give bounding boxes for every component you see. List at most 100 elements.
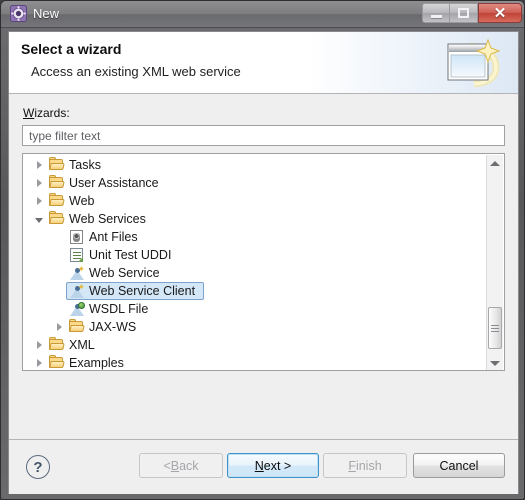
tree-item-content: JAX-WS xyxy=(67,319,144,335)
tree-item-content: Web xyxy=(47,193,102,209)
ant-file-icon xyxy=(68,229,85,245)
maximize-button[interactable] xyxy=(450,3,478,23)
tree-item-label: Examples xyxy=(69,356,124,370)
back-button-accel: B xyxy=(170,458,180,473)
tree-item-label: WSDL File xyxy=(89,302,149,316)
window-title: New xyxy=(33,6,60,21)
folder-icon xyxy=(48,211,65,227)
wizards-tree[interactable]: Tasks User Assistance Web Web Services Ant F… xyxy=(23,156,487,370)
folder-icon xyxy=(48,193,65,209)
tree-item-wsdl-file[interactable]: WSDL File xyxy=(23,300,487,318)
finish-button[interactable]: Finish xyxy=(323,453,407,478)
tree-vertical-scrollbar[interactable] xyxy=(486,155,503,370)
title-bar: New ✕ xyxy=(1,1,524,28)
close-icon: ✕ xyxy=(493,4,507,22)
dialog-header: Select a wizard Access an existing XML w… xyxy=(9,32,518,94)
web-service-client-icon: ✦ xyxy=(68,283,85,299)
tree-item-content: Ant Files xyxy=(67,229,146,245)
tree-item-web-service[interactable]: ✦ Web Service xyxy=(23,264,487,282)
tree-item-content: XML xyxy=(47,337,103,353)
tree-item-label: Unit Test UDDI xyxy=(89,248,172,262)
scroll-down-button[interactable] xyxy=(487,355,503,370)
expand-arrow-icon[interactable] xyxy=(31,336,47,354)
finish-button-rest: inish xyxy=(355,458,382,473)
next-button-rest: ext > xyxy=(263,458,292,473)
page-title: Select a wizard xyxy=(21,41,122,57)
expand-arrow-icon[interactable] xyxy=(31,192,47,210)
folder-icon xyxy=(68,319,85,335)
cancel-button[interactable]: Cancel xyxy=(413,453,505,478)
tree-item-user-assistance[interactable]: User Assistance xyxy=(23,174,487,192)
folder-icon xyxy=(48,175,65,191)
tree-item-xml[interactable]: XML xyxy=(23,336,487,354)
tree-item-content: Unit Test UDDI xyxy=(67,247,179,263)
tree-item-content: Web Services xyxy=(47,211,154,227)
next-button-accel: N xyxy=(254,458,264,473)
tree-item-label: XML xyxy=(69,338,95,352)
wizards-label-accel: W xyxy=(23,106,35,120)
wizards-tree-panel: Tasks User Assistance Web Web Services Ant F… xyxy=(22,153,505,371)
dialog-content: Wizards: Tasks User Assistance Web Web Serv… xyxy=(9,94,518,438)
next-button[interactable]: Next > xyxy=(227,453,319,478)
close-button[interactable]: ✕ xyxy=(478,3,522,23)
grip-icon xyxy=(491,323,499,334)
wizards-label-rest: izards: xyxy=(34,106,70,120)
tree-item-label: JAX-WS xyxy=(89,320,137,334)
tree-item-jax-ws[interactable]: JAX-WS xyxy=(23,318,487,336)
tree-item-ant-files[interactable]: Ant Files xyxy=(23,228,487,246)
tree-item-label: User Assistance xyxy=(69,176,159,190)
tree-item-content: Tasks xyxy=(47,157,109,173)
filter-input[interactable] xyxy=(22,125,505,146)
tree-item-web[interactable]: Web xyxy=(23,192,487,210)
new-wizard-window: New ✕ Select a wizard Access an existing… xyxy=(0,0,525,500)
tree-item-label: Ant Files xyxy=(89,230,138,244)
tree-item-web-service-client[interactable]: ✦ Web Service Client xyxy=(23,282,487,300)
tree-item-tasks[interactable]: Tasks xyxy=(23,156,487,174)
window-controls: ✕ xyxy=(422,3,522,24)
gear-icon xyxy=(10,5,27,22)
tree-item-examples[interactable]: Examples xyxy=(23,354,487,370)
folder-icon xyxy=(48,337,65,353)
wizard-window-sparkle-icon xyxy=(444,36,506,88)
expand-arrow-icon[interactable] xyxy=(31,174,47,192)
folder-icon xyxy=(48,157,65,173)
expand-arrow-icon[interactable] xyxy=(31,156,47,174)
minimize-icon xyxy=(430,14,442,18)
chevron-down-icon xyxy=(490,360,500,366)
expand-arrow-icon[interactable] xyxy=(51,318,67,336)
tree-item-web-services[interactable]: Web Services xyxy=(23,210,487,228)
collapse-arrow-icon[interactable] xyxy=(31,210,47,228)
tree-item-label: Web Service Client xyxy=(89,284,196,298)
tree-item-content: User Assistance xyxy=(47,175,167,191)
page-subtitle: Access an existing XML web service xyxy=(31,64,241,79)
tree-item-unit-test-uddi[interactable]: Unit Test UDDI xyxy=(23,246,487,264)
expand-arrow-icon[interactable] xyxy=(31,354,47,370)
chevron-up-icon xyxy=(490,160,500,166)
dialog-button-bar: ? < Back Next > Finish Cancel xyxy=(9,439,518,494)
tree-item-label: Web Services xyxy=(69,212,146,226)
tree-item-content: WSDL File xyxy=(67,301,156,317)
tree-item-label: Tasks xyxy=(69,158,101,172)
finish-button-accel: F xyxy=(348,458,356,473)
web-service-icon: ✦ xyxy=(68,265,85,281)
document-icon xyxy=(68,247,85,263)
tree-item-content: ✦ Web Service xyxy=(67,265,168,281)
tree-item-selection: ✦ Web Service Client xyxy=(66,282,205,300)
tree-item-label: Web xyxy=(69,194,95,208)
help-button[interactable]: ? xyxy=(26,455,50,479)
maximize-icon xyxy=(458,8,469,18)
scrollbar-thumb[interactable] xyxy=(488,307,502,349)
cancel-button-label: Cancel xyxy=(439,458,479,473)
tree-item-label: Web Service xyxy=(89,266,160,280)
folder-icon xyxy=(48,355,65,370)
minimize-button[interactable] xyxy=(422,3,450,23)
dialog-body: Select a wizard Access an existing XML w… xyxy=(8,31,519,494)
back-button[interactable]: < Back xyxy=(139,453,223,478)
wizards-label: Wizards: xyxy=(23,106,70,120)
scroll-up-button[interactable] xyxy=(487,155,503,171)
